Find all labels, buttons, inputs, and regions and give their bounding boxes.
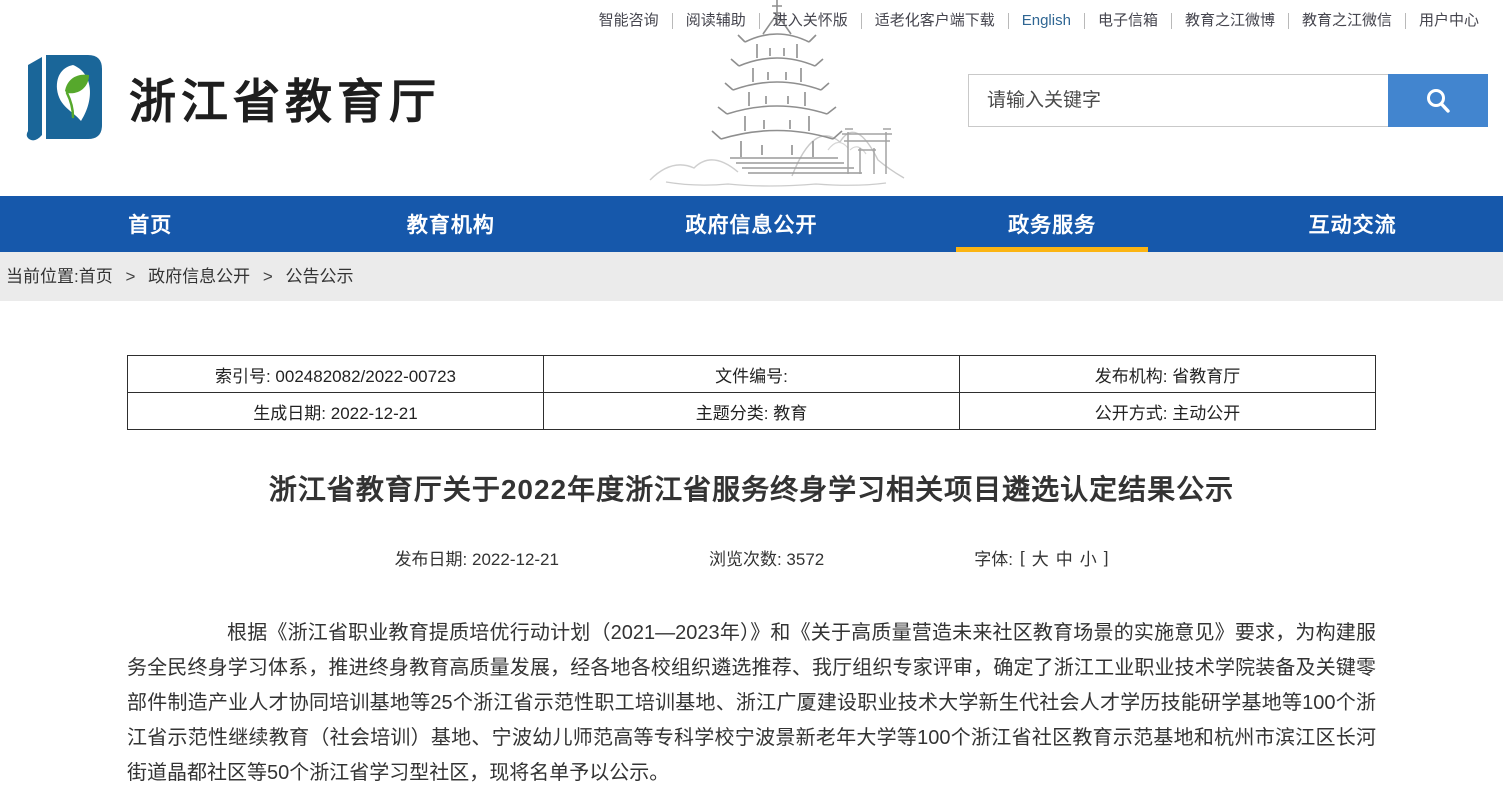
site-header: 智能咨询 阅读辅助 进入关怀版 适老化客户端下载 English 电子信箱 教育… xyxy=(0,0,1503,196)
nav-item-institutions[interactable]: 教育机构 xyxy=(301,196,602,252)
bracket-open: [ xyxy=(1020,548,1025,568)
document-meta-table: 索引号: 002482082/2022-00723 文件编号: 发布机构: 省教… xyxy=(127,355,1376,430)
site-search xyxy=(968,74,1488,127)
table-row: 生成日期: 2022-12-21 主题分类: 教育 公开方式: 主动公开 xyxy=(128,393,1376,430)
breadcrumb-separator: > xyxy=(125,267,135,286)
site-title: 浙江省教育厅 xyxy=(129,63,441,132)
breadcrumb-announcements[interactable]: 公告公示 xyxy=(286,267,354,286)
nav-item-gov-info[interactable]: 政府信息公开 xyxy=(601,196,902,252)
topbar-link-user-center[interactable]: 用户中心 xyxy=(1406,13,1479,29)
nav-item-home[interactable]: 首页 xyxy=(0,196,301,252)
breadcrumb-gov-info[interactable]: 政府信息公开 xyxy=(148,267,250,286)
nav-item-gov-services[interactable]: 政务服务 xyxy=(902,196,1203,252)
view-count: 浏览次数: 3572 xyxy=(709,545,824,570)
topbar-link-weibo[interactable]: 教育之江微博 xyxy=(1172,13,1289,29)
search-input[interactable] xyxy=(968,74,1388,127)
breadcrumb-prefix: 当前位置: xyxy=(6,267,79,286)
meta-created-date: 生成日期: 2022-12-21 xyxy=(128,393,544,430)
topbar-link-elderly-client[interactable]: 适老化客户端下载 xyxy=(862,13,1009,29)
font-size-large[interactable]: 大 xyxy=(1032,545,1049,570)
search-icon xyxy=(1424,87,1452,115)
breadcrumb-home[interactable]: 首页 xyxy=(79,267,113,286)
article-info-bar: 发布日期: 2022-12-21 浏览次数: 3572 字体: [ 大 中 小 … xyxy=(127,545,1376,570)
meta-publicity-method: 公开方式: 主动公开 xyxy=(960,393,1376,430)
meta-file-number: 文件编号: xyxy=(544,356,960,393)
breadcrumb: 当前位置:首页 > 政府信息公开 > 公告公示 xyxy=(0,252,1503,301)
meta-topic-category: 主题分类: 教育 xyxy=(544,393,960,430)
font-size-medium[interactable]: 中 xyxy=(1056,545,1073,570)
main-nav: 首页 教育机构 政府信息公开 政务服务 互动交流 xyxy=(0,196,1503,252)
meta-publisher: 发布机构: 省教育厅 xyxy=(960,356,1376,393)
topbar-link-english[interactable]: English xyxy=(1009,13,1085,29)
nav-item-interaction[interactable]: 互动交流 xyxy=(1202,196,1503,252)
font-size-small[interactable]: 小 xyxy=(1080,545,1097,570)
topbar-link-email[interactable]: 电子信箱 xyxy=(1085,13,1172,29)
article-body: 根据《浙江省职业教育提质培优行动计划（2021—2023年）》和《关于高质量营造… xyxy=(127,616,1376,791)
bracket-close: ] xyxy=(1104,548,1109,568)
font-size-label: 字体: xyxy=(974,545,1013,570)
topbar-link-reading-aid[interactable]: 阅读辅助 xyxy=(673,13,760,29)
search-button[interactable] xyxy=(1388,74,1488,127)
site-logo[interactable]: 浙江省教育厅 xyxy=(15,46,441,148)
topbar-link-care-version[interactable]: 进入关怀版 xyxy=(760,13,862,29)
topbar-link-smart-consult[interactable]: 智能咨询 xyxy=(586,13,673,29)
article-content: 索引号: 002482082/2022-00723 文件编号: 发布机构: 省教… xyxy=(127,355,1376,791)
book-leaf-logo-icon xyxy=(15,46,115,148)
table-row: 索引号: 002482082/2022-00723 文件编号: 发布机构: 省教… xyxy=(128,356,1376,393)
topbar-link-wechat[interactable]: 教育之江微信 xyxy=(1289,13,1406,29)
breadcrumb-separator: > xyxy=(263,267,273,286)
font-size-control: 字体: [ 大 中 小 ] xyxy=(974,545,1108,570)
top-utility-bar: 智能咨询 阅读辅助 进入关怀版 适老化客户端下载 English 电子信箱 教育… xyxy=(586,13,1479,29)
meta-index-number: 索引号: 002482082/2022-00723 xyxy=(128,356,544,393)
page-title: 浙江省教育厅关于2022年度浙江省服务终身学习相关项目遴选认定结果公示 xyxy=(127,468,1376,508)
publish-date: 发布日期: 2022-12-21 xyxy=(395,545,559,570)
